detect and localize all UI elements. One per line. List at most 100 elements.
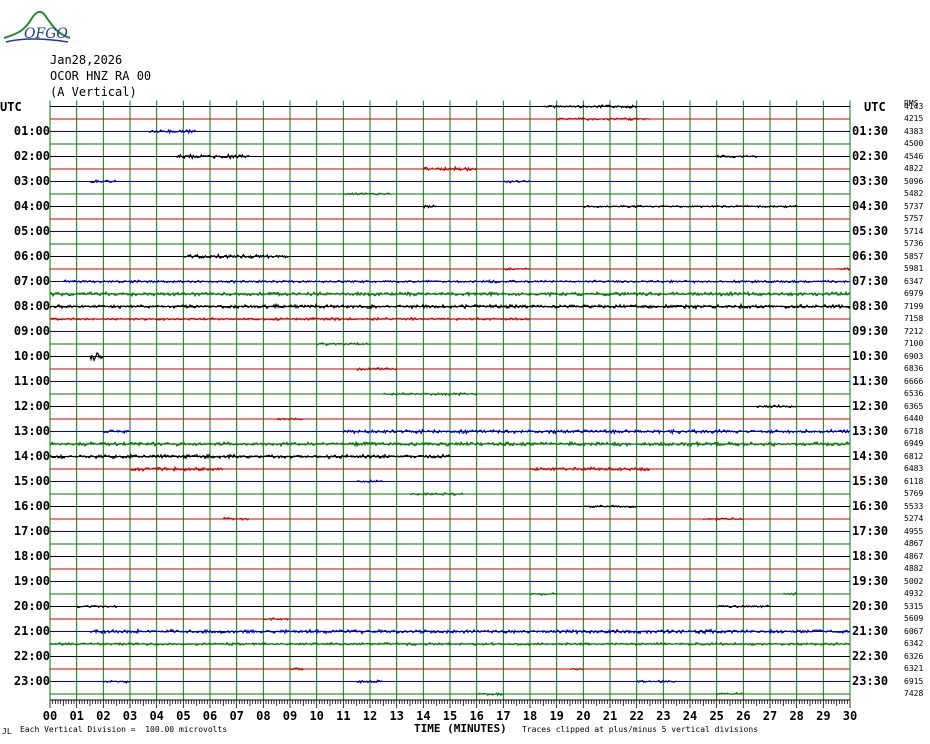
clip-note: Traces clipped at plus/minus 5 vertical … [522,725,759,734]
hour-label-right: 20:30 [852,598,889,613]
hour-label-left: 22:00 [13,648,50,663]
x-tick-label: 01 [69,709,83,723]
rms-value: 5609 [904,614,924,623]
x-tick-label: 03 [123,709,137,723]
trace-burst [148,128,197,135]
hour-label-right: 02:30 [852,148,889,163]
hour-label-left: 17:00 [13,523,50,538]
rms-value: 5981 [904,264,924,273]
x-tick-label: 23 [656,709,670,723]
trace-burst [716,691,744,696]
rms-value: 7158 [904,314,924,323]
trace-burst [129,465,224,473]
hour-label-left: 10:00 [13,348,50,363]
hour-label-right: 11:30 [852,373,889,388]
rms-value: 6365 [904,401,924,411]
hour-label-right: 06:30 [852,248,889,263]
hour-label-left: 15:00 [13,473,50,488]
rms-value: 4867 [904,551,924,561]
hour-label-left: 01:00 [13,123,50,138]
hour-label-left: 04:00 [13,198,50,213]
hour-label-right: 19:30 [852,573,889,588]
rms-value: 5714 [904,226,924,236]
rms-value: 5482 [904,189,924,198]
trace-burst [49,453,451,460]
rms-value: 4882 [904,564,924,573]
hour-label-left: 21:00 [13,623,50,638]
x-tick-label: 21 [603,709,617,723]
x-tick-label: 22 [629,709,643,723]
hour-label-right: 17:30 [852,523,889,538]
rms-value: 5533 [904,501,924,511]
rms-value: 5002 [904,576,924,586]
x-tick-label: 08 [256,709,270,723]
hour-label-right: 08:30 [852,298,889,313]
rms-value: 6347 [904,276,924,286]
trace-burst [636,679,677,684]
rms-value: 6903 [904,351,924,361]
hour-label-left: 06:00 [13,248,50,263]
hour-label-right: 13:30 [852,423,889,438]
trace-burst [356,367,397,372]
hour-label-right: 15:30 [852,473,889,488]
x-tick-label: 14 [416,709,430,723]
rms-value: 4932 [904,589,924,598]
x-tick-label: 19 [549,709,563,723]
x-tick-label: 20 [576,709,590,723]
x-tick-label: 07 [229,709,243,723]
x-tick-label: 06 [203,709,217,723]
trace-burst [529,592,557,596]
x-tick-label: 28 [789,709,803,723]
x-tick-label: 04 [149,709,163,723]
trace-burst [476,692,504,697]
rms-value: 6718 [904,426,924,436]
x-tick-label: 16 [469,709,483,723]
rms-value: 6118 [904,476,924,486]
hour-label-left: 09:00 [13,323,50,338]
hour-label-right: 21:30 [852,623,889,638]
x-tick-label: 00 [43,709,57,723]
x-tick-label: 11 [336,709,350,723]
rms-value: 7212 [904,326,924,336]
x-tick-label: 05 [176,709,190,723]
rms-value: 5737 [904,201,924,211]
hour-label-left: 07:00 [13,273,50,288]
trace-burst [783,591,797,596]
rms-value: 6067 [904,626,924,636]
rms-value: 6321 [904,664,924,673]
trace-burst [76,604,117,609]
hour-label-left: 12:00 [13,398,50,413]
x-tick-label: 15 [443,709,457,723]
rms-value: 7100 [904,339,924,348]
rms-value: 5315 [904,601,924,611]
rms-value: 6666 [904,376,924,386]
rms-value: 4215 [904,114,924,123]
hour-label-right: 03:30 [852,173,889,188]
hour-label-right: 22:30 [852,648,889,663]
rms-value: 6326 [904,651,924,661]
rms-value: 4955 [904,526,924,536]
x-tick-label: 12 [363,709,377,723]
rms-value: 4500 [904,139,924,148]
division-note: Each Vertical Division = 100.00 microvol… [20,725,228,734]
hour-label-right: 05:30 [852,223,889,238]
rms-value: 4143 [904,101,924,111]
x-tick-label: 09 [283,709,297,723]
x-tick-label: 13 [389,709,403,723]
hour-label-left: 16:00 [13,498,50,513]
trace-burst [422,204,437,209]
rms-value: 4867 [904,539,924,548]
hour-label-right: 01:30 [852,123,889,138]
rms-value: 4822 [904,164,924,173]
hour-label-left: 20:00 [13,598,50,613]
x-tick-label: 25 [709,709,723,723]
rms-value: 5736 [904,239,924,248]
trace-burst [62,279,850,285]
rms-value: 6836 [904,364,924,373]
x-tick-label: 10 [309,709,323,723]
x-tick-label: 02 [96,709,110,723]
rms-value: 7199 [904,301,924,311]
x-tick-label: 29 [816,709,830,723]
x-tick-label: 26 [736,709,750,723]
hour-label-right: 23:30 [852,673,889,688]
